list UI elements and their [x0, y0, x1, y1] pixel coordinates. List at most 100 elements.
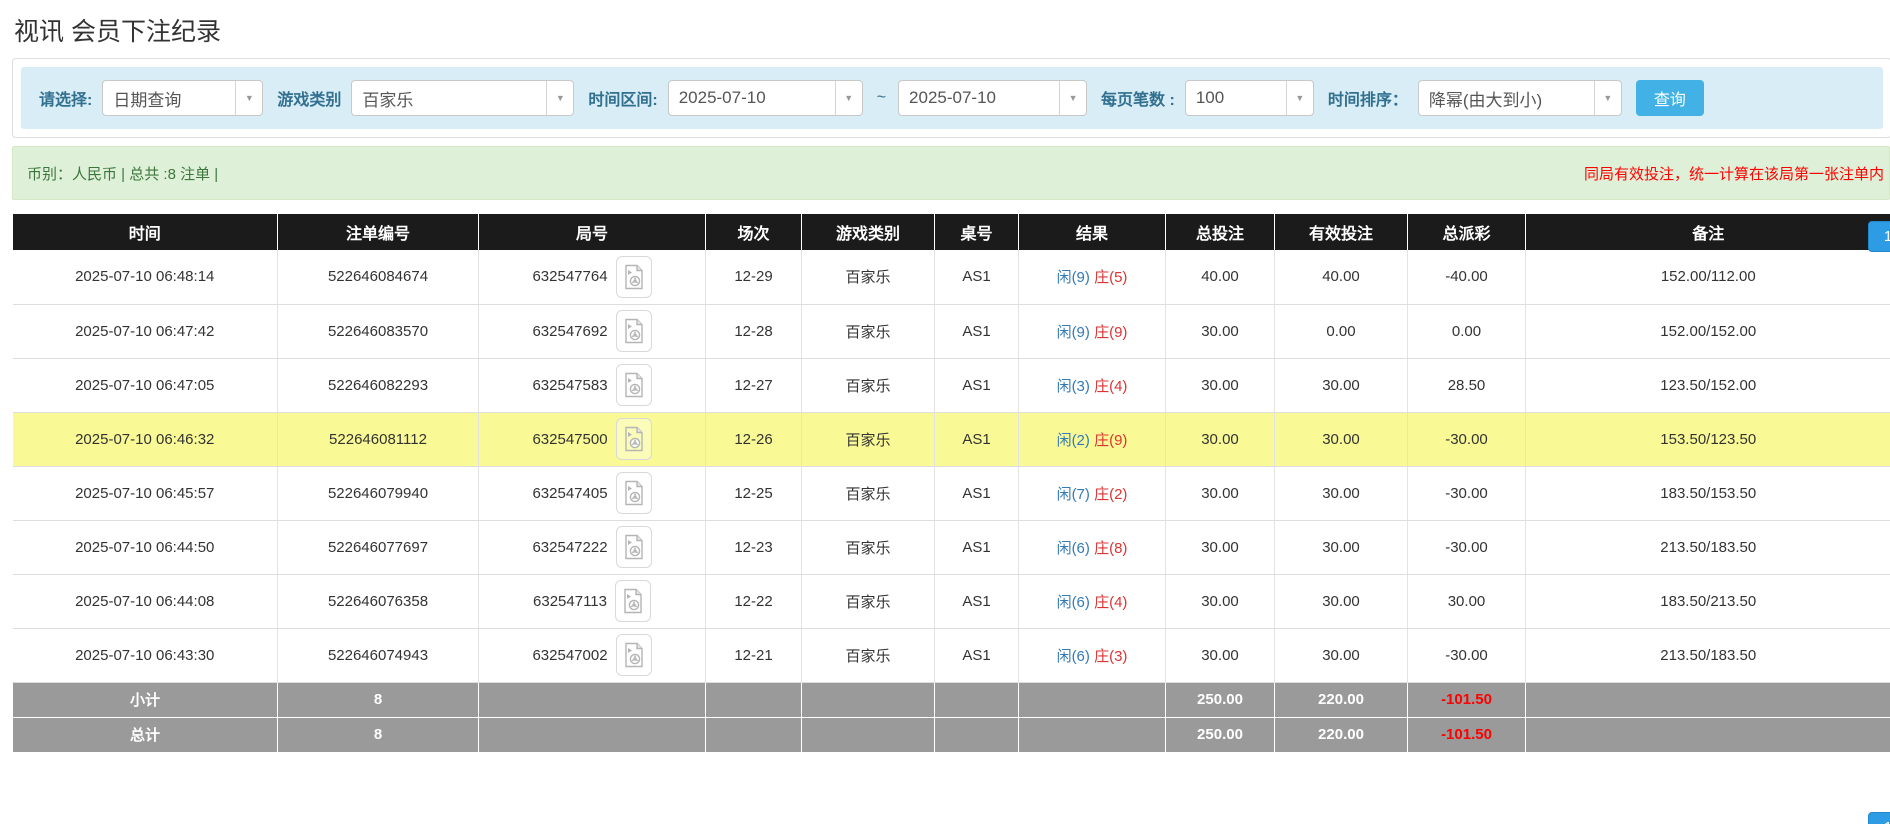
chevron-down-icon[interactable]: ▼	[1594, 81, 1621, 115]
remark-cell: 183.50/153.50	[1526, 466, 1890, 520]
video-record-icon[interactable]	[616, 472, 652, 514]
search-button[interactable]: 查询	[1636, 80, 1704, 116]
result-player-value: 闲(3)	[1057, 378, 1090, 395]
time-sort-label: 时间排序：	[1328, 86, 1408, 110]
round-id-cell: 632547500	[479, 412, 706, 466]
video-record-icon[interactable]	[615, 580, 651, 622]
video-record-icon[interactable]	[616, 256, 652, 298]
date-from-select[interactable]: 2025-07-10 ▼	[668, 80, 863, 116]
total-bet-link[interactable]: 30.00	[1166, 304, 1275, 358]
date-to-select[interactable]: 2025-07-10 ▼	[898, 80, 1087, 116]
valid-bet-cell: 30.00	[1275, 574, 1408, 628]
header-remark: 备注	[1526, 214, 1890, 250]
game-type-cell: 百家乐	[802, 412, 935, 466]
per-page-value: 100	[1186, 81, 1286, 115]
game-type-cell: 百家乐	[802, 628, 935, 682]
round-id-cell: 632547692	[479, 304, 706, 358]
payout-cell: -40.00	[1408, 250, 1526, 304]
grand-total-label: 总计	[13, 717, 278, 752]
time-range-label: 时间区间:	[588, 86, 657, 110]
total-bet-link[interactable]: 30.00	[1166, 358, 1275, 412]
result-player-value: 闲(6)	[1057, 648, 1090, 665]
per-page-label: 每页笔数 :	[1101, 86, 1175, 110]
result-cell: 闲(9) 庄(9)	[1019, 304, 1166, 358]
total-bet-link[interactable]: 30.00	[1166, 628, 1275, 682]
time-sort-value: 降幂(由大到小)	[1419, 81, 1594, 115]
video-record-icon[interactable]	[616, 364, 652, 406]
total-bet-link[interactable]: 40.00	[1166, 250, 1275, 304]
bet-id-cell: 522646077697	[278, 520, 479, 574]
result-cell: 闲(7) 庄(2)	[1019, 466, 1166, 520]
game-type-cell: 百家乐	[802, 250, 935, 304]
header-round-id: 局号	[479, 214, 706, 250]
remark-cell: 213.50/183.50	[1526, 520, 1890, 574]
session-cell: 12-25	[706, 466, 802, 520]
result-player-value: 闲(6)	[1057, 594, 1090, 611]
video-record-icon[interactable]	[616, 418, 652, 460]
bet-id-cell: 522646074943	[278, 628, 479, 682]
per-page-select[interactable]: 100 ▼	[1185, 80, 1314, 116]
chevron-down-icon[interactable]: ▼	[546, 81, 573, 115]
session-cell: 12-21	[706, 628, 802, 682]
result-banker-value: 庄(9)	[1094, 432, 1127, 449]
session-cell: 12-26	[706, 412, 802, 466]
remark-cell: 123.50/152.00	[1526, 358, 1890, 412]
grand-total-payout: -101.50	[1408, 717, 1526, 752]
time-cell: 2025-07-10 06:47:05	[13, 358, 278, 412]
subtotal-total-bet: 250.00	[1166, 682, 1275, 717]
grand-total-count: 8	[278, 717, 479, 752]
valid-bet-cell: 0.00	[1275, 304, 1408, 358]
header-table-no: 桌号	[935, 214, 1019, 250]
chevron-down-icon[interactable]: ▼	[1059, 81, 1086, 115]
round-id-text: 632547222	[532, 539, 607, 556]
pagination-page-1-button-top[interactable]: 1	[1868, 221, 1890, 252]
round-id-text: 632547692	[532, 323, 607, 340]
valid-bet-cell: 30.00	[1275, 520, 1408, 574]
table-no-cell: AS1	[935, 304, 1019, 358]
total-bet-link[interactable]: 30.00	[1166, 520, 1275, 574]
round-id-text: 632547002	[532, 647, 607, 664]
video-record-icon[interactable]	[616, 526, 652, 568]
result-banker-value: 庄(4)	[1094, 378, 1127, 395]
chevron-down-icon[interactable]: ▼	[835, 81, 862, 115]
table-no-cell: AS1	[935, 520, 1019, 574]
result-player-value: 闲(2)	[1057, 432, 1090, 449]
table-row: 2025-07-10 06:47:42 522646083570 6325476…	[13, 304, 1890, 358]
video-record-icon[interactable]	[616, 310, 652, 352]
bet-records-table: 时间 注单编号 局号 场次 游戏类别 桌号 结果 总投注 有效投注 总派彩 备注…	[12, 214, 1890, 752]
result-player-value: 闲(6)	[1057, 540, 1090, 557]
chevron-down-icon[interactable]: ▼	[1286, 81, 1313, 115]
pagination-page-1-button-bottom[interactable]: 1	[1868, 812, 1890, 824]
valid-bet-cell: 30.00	[1275, 628, 1408, 682]
remark-cell: 213.50/183.50	[1526, 628, 1890, 682]
remark-cell: 152.00/152.00	[1526, 304, 1890, 358]
bet-id-cell: 522646081112	[278, 412, 479, 466]
time-cell: 2025-07-10 06:45:57	[13, 466, 278, 520]
session-cell: 12-29	[706, 250, 802, 304]
chevron-down-icon[interactable]: ▼	[235, 81, 262, 115]
subtotal-label: 小计	[13, 682, 278, 717]
round-id-text: 632547500	[532, 431, 607, 448]
total-bet-link[interactable]: 30.00	[1166, 412, 1275, 466]
payout-cell: -30.00	[1408, 466, 1526, 520]
result-cell: 闲(3) 庄(4)	[1019, 358, 1166, 412]
round-id-cell: 632547002	[479, 628, 706, 682]
result-banker-value: 庄(9)	[1094, 324, 1127, 341]
remark-cell: 183.50/213.50	[1526, 574, 1890, 628]
subtotal-payout: -101.50	[1408, 682, 1526, 717]
query-type-value: 日期查询	[103, 81, 235, 115]
total-bet-link[interactable]: 30.00	[1166, 574, 1275, 628]
payout-cell: 28.50	[1408, 358, 1526, 412]
video-record-icon[interactable]	[616, 634, 652, 676]
bet-id-cell: 522646076358	[278, 574, 479, 628]
valid-bet-cell: 30.00	[1275, 358, 1408, 412]
time-cell: 2025-07-10 06:43:30	[13, 628, 278, 682]
total-bet-link[interactable]: 30.00	[1166, 466, 1275, 520]
time-sort-select[interactable]: 降幂(由大到小) ▼	[1418, 80, 1622, 116]
game-type-cell: 百家乐	[802, 574, 935, 628]
table-row: 2025-07-10 06:45:57 522646079940 6325474…	[13, 466, 1890, 520]
result-player-value: 闲(9)	[1057, 269, 1090, 286]
query-type-select[interactable]: 日期查询 ▼	[102, 80, 263, 116]
result-banker-value: 庄(4)	[1094, 594, 1127, 611]
game-type-select[interactable]: 百家乐 ▼	[351, 80, 574, 116]
